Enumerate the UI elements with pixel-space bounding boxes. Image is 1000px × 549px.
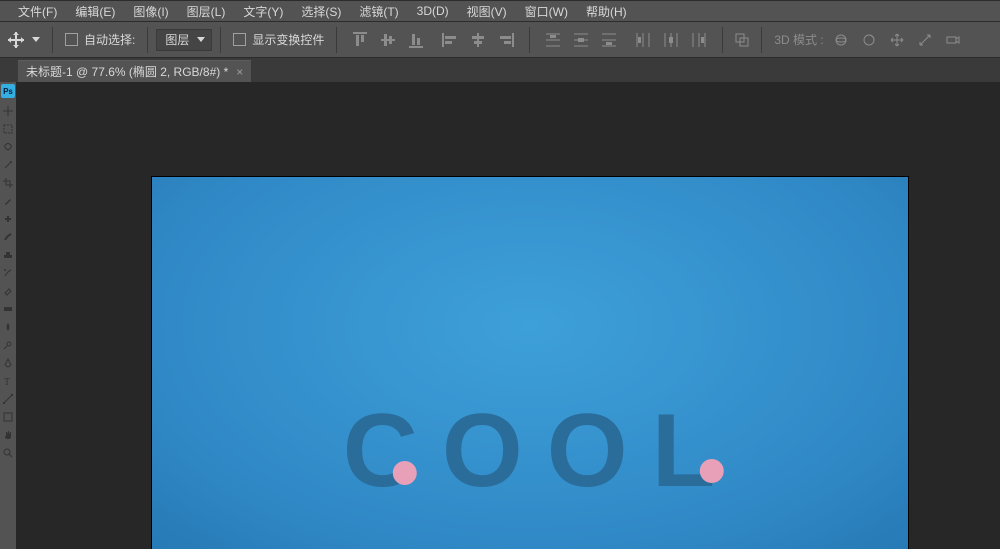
artboard: C O O L [152, 177, 908, 549]
document-tab[interactable]: 未标题-1 @ 77.6% (椭圆 2, RGB/8#) * × [18, 60, 251, 82]
distribute-left-icon[interactable] [632, 29, 654, 51]
char-o1: O [442, 399, 525, 503]
close-icon[interactable]: × [236, 66, 243, 78]
tool-stamp-icon[interactable] [1, 246, 15, 264]
auto-select-checkbox[interactable] [65, 33, 78, 46]
menu-bar: 文件(F) 编辑(E) 图像(I) 图层(L) 文字(Y) 选择(S) 滤镜(T… [0, 0, 1000, 22]
menu-file[interactable]: 文件(F) [10, 1, 65, 22]
divider [147, 27, 148, 53]
target-select[interactable]: 图层 [156, 29, 212, 51]
tool-history-brush-icon[interactable] [1, 264, 15, 282]
workspace: Ps T C O O L [0, 82, 1000, 549]
tool-blur-icon[interactable] [1, 318, 15, 336]
char-o2: O [547, 399, 630, 503]
tool-indicator[interactable] [4, 32, 44, 48]
divider [529, 27, 530, 53]
target-select-value: 图层 [165, 31, 189, 48]
roll-3d-icon[interactable] [858, 29, 880, 51]
tool-marquee-icon[interactable] [1, 120, 15, 138]
ps-logo-icon: Ps [1, 84, 15, 98]
tool-gradient-icon[interactable] [1, 300, 15, 318]
distribute-hcenter-icon[interactable] [660, 29, 682, 51]
menu-layer[interactable]: 图层(L) [179, 1, 234, 22]
divider [722, 27, 723, 53]
canvas-area[interactable]: C O O L [16, 82, 1000, 549]
align-edges-group [345, 29, 431, 51]
divider [220, 27, 221, 53]
char-l: L [652, 399, 718, 503]
distribute-h-group [628, 29, 714, 51]
align-h-group [435, 29, 521, 51]
menu-edit[interactable]: 编辑(E) [67, 1, 123, 22]
align-bottom-icon[interactable] [405, 29, 427, 51]
tool-dodge-icon[interactable] [1, 336, 15, 354]
tool-brush-icon[interactable] [1, 228, 15, 246]
menu-filter[interactable]: 滤镜(T) [351, 1, 406, 22]
pink-dot-2 [700, 459, 724, 483]
orbit-3d-icon[interactable] [830, 29, 852, 51]
tab-bar: 未标题-1 @ 77.6% (椭圆 2, RGB/8#) * × [0, 58, 1000, 82]
tool-wand-icon[interactable] [1, 156, 15, 174]
menu-type[interactable]: 文字(Y) [235, 1, 291, 22]
tool-zoom-icon[interactable] [1, 444, 15, 462]
tool-eyedropper-icon[interactable] [1, 192, 15, 210]
show-transform-group: 显示变换控件 [229, 31, 328, 48]
tool-crop-icon[interactable] [1, 174, 15, 192]
tool-eraser-icon[interactable] [1, 282, 15, 300]
align-vcenter-icon[interactable] [377, 29, 399, 51]
align-left-icon[interactable] [439, 29, 461, 51]
menu-help[interactable]: 帮助(H) [578, 1, 635, 22]
show-transform-checkbox[interactable] [233, 33, 246, 46]
align-top-icon[interactable] [349, 29, 371, 51]
auto-select-group: 自动选择: [61, 31, 139, 48]
mode3d-label: 3D 模式 : [774, 31, 823, 48]
tool-pen-icon[interactable] [1, 354, 15, 372]
align-hcenter-icon[interactable] [467, 29, 489, 51]
distribute-vcenter-icon[interactable] [570, 29, 592, 51]
camera-3d-icon[interactable] [942, 29, 964, 51]
tool-heal-icon[interactable] [1, 210, 15, 228]
chevron-down-icon [32, 37, 40, 42]
distribute-bottom-icon[interactable] [598, 29, 620, 51]
toolbox: Ps T [0, 82, 16, 549]
move-icon [8, 32, 24, 48]
divider [761, 27, 762, 53]
canvas-text-cool: C O O L [343, 399, 717, 503]
chevron-down-icon [197, 37, 205, 42]
char-c: C [343, 399, 420, 503]
distribute-right-icon[interactable] [688, 29, 710, 51]
menu-view[interactable]: 视图(V) [459, 1, 515, 22]
slide-3d-icon[interactable] [914, 29, 936, 51]
document-tab-title: 未标题-1 @ 77.6% (椭圆 2, RGB/8#) * [26, 63, 228, 80]
divider [336, 27, 337, 53]
menu-3d[interactable]: 3D(D) [409, 2, 457, 20]
menu-image[interactable]: 图像(I) [125, 1, 176, 22]
tool-hand-icon[interactable] [1, 426, 15, 444]
menu-select[interactable]: 选择(S) [293, 1, 349, 22]
tool-lasso-icon[interactable] [1, 138, 15, 156]
distribute-top-icon[interactable] [542, 29, 564, 51]
auto-select-label: 自动选择: [84, 31, 135, 48]
auto-align-layers-icon[interactable] [731, 29, 753, 51]
menu-window[interactable]: 窗口(W) [517, 1, 576, 22]
pink-dot-1 [393, 461, 417, 485]
mode3d-group: 3D 模式 : [770, 29, 967, 51]
pan-3d-icon[interactable] [886, 29, 908, 51]
options-bar: 自动选择: 图层 显示变换控件 [0, 22, 1000, 58]
svg-text:T: T [4, 377, 10, 386]
align-right-icon[interactable] [495, 29, 517, 51]
tool-move-icon[interactable] [1, 102, 15, 120]
tool-path-icon[interactable] [1, 390, 15, 408]
distribute-v-group [538, 29, 624, 51]
tool-shape-icon[interactable] [1, 408, 15, 426]
show-transform-label: 显示变换控件 [252, 31, 324, 48]
tool-type-icon[interactable]: T [1, 372, 15, 390]
divider [52, 27, 53, 53]
